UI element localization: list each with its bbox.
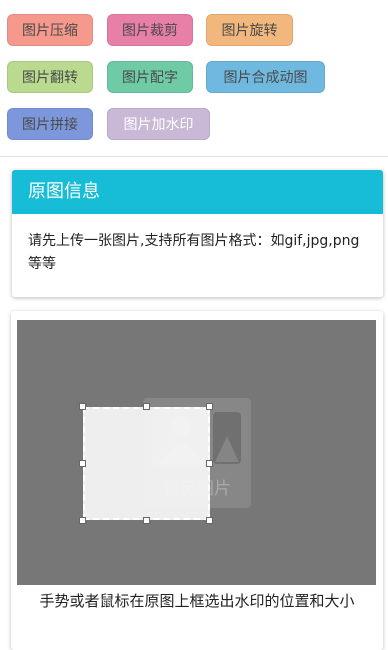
tool-button-caption[interactable]: 图片配字 <box>107 61 193 93</box>
image-canvas[interactable]: 暂无图片 <box>17 320 376 585</box>
resize-handle-icon[interactable] <box>143 517 150 524</box>
resize-handle-icon[interactable] <box>79 460 86 467</box>
tool-button-compress[interactable]: 图片压缩 <box>7 14 93 46</box>
selection-instruction: 手势或者鼠标在原图上框选出水印的位置和大小 <box>39 592 355 610</box>
tool-button-stitch[interactable]: 图片拼接 <box>7 108 93 140</box>
watermark-selection-box[interactable] <box>83 407 210 520</box>
tool-button-crop[interactable]: 图片裁剪 <box>107 14 193 46</box>
tool-button-gif[interactable]: 图片合成动图 <box>206 61 325 93</box>
resize-handle-icon[interactable] <box>79 403 86 410</box>
panel-title: 原图信息 <box>12 170 383 214</box>
tool-button-rotate[interactable]: 图片旋转 <box>206 14 293 46</box>
resize-handle-icon[interactable] <box>143 403 150 410</box>
watermark-editor: 暂无图片 手势或者鼠标在原图上框选出水印的位置和大小 <box>11 311 383 650</box>
resize-handle-icon[interactable] <box>206 403 213 410</box>
resize-handle-icon[interactable] <box>206 460 213 467</box>
tool-button-watermark[interactable]: 图片加水印 <box>107 108 210 140</box>
resize-handle-icon[interactable] <box>206 517 213 524</box>
original-info-panel: 原图信息 请先上传一张图片,支持所有图片格式：如gif,jpg,png等等 <box>12 170 383 297</box>
upload-hint: 请先上传一张图片,支持所有图片格式：如gif,jpg,png等等 <box>28 233 360 272</box>
resize-handle-icon[interactable] <box>79 517 86 524</box>
tool-menu: 图片压缩 图片裁剪 图片旋转 图片翻转 图片配字 图片合成动图 图片拼接 图片加… <box>0 0 388 157</box>
tool-button-flip[interactable]: 图片翻转 <box>7 61 93 93</box>
